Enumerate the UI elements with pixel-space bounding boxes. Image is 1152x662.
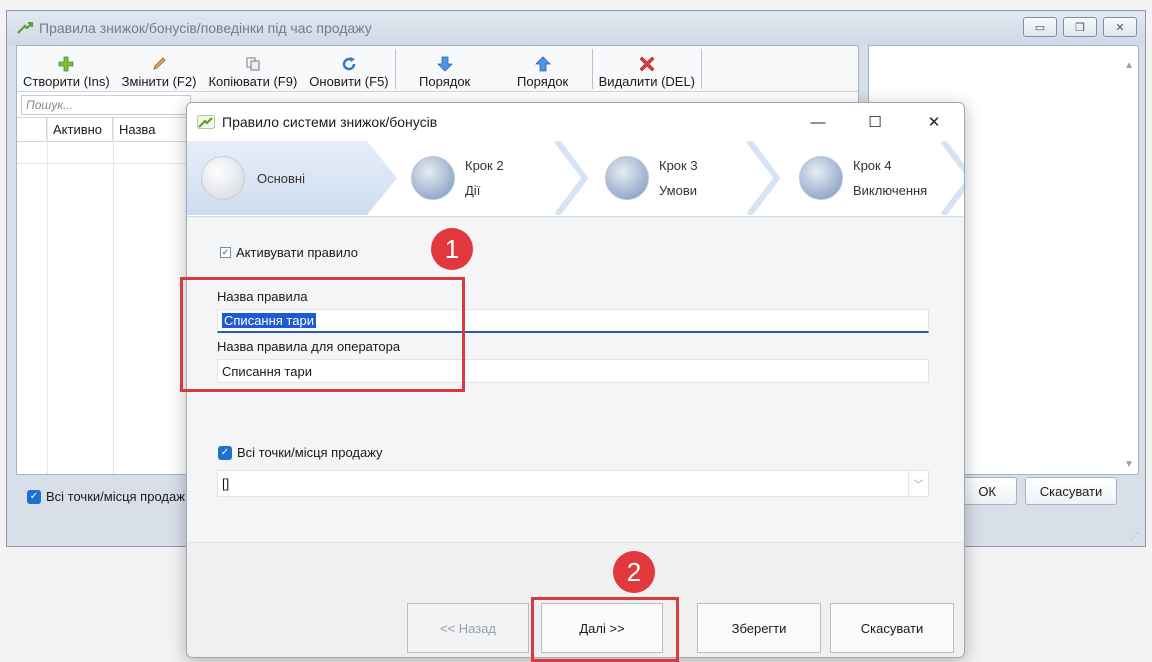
column-select[interactable] — [17, 118, 47, 141]
checkmark-icon: ✓ — [218, 445, 232, 460]
step-exclusions[interactable]: Крок 4 Виключення — [799, 141, 927, 215]
create-button-label: Створити (Ins) — [23, 74, 110, 89]
step-general[interactable]: Основні — [201, 141, 305, 215]
maximize-button[interactable]: ☐ — [852, 103, 898, 141]
annotation-badge-2: 2 — [613, 551, 655, 593]
copy-button-label: Копіювати (F9) — [208, 74, 298, 89]
grid-line — [47, 118, 48, 474]
order-up-label: Порядок — [517, 74, 569, 89]
step-conditions[interactable]: Крок 3 Умови — [605, 141, 698, 215]
scroll-up-icon[interactable]: ▲ — [1124, 60, 1134, 71]
edit-button-label: Змінити (F2) — [121, 74, 197, 89]
copy-icon — [246, 57, 260, 71]
dialog-titlebar: Правило системи знижок/бонусів — ☐ ✕ — [187, 103, 964, 141]
all-points-label: Всі точки/місця продажу — [237, 445, 383, 460]
step-label: Умови — [659, 183, 698, 198]
refresh-button-label: Оновити (F5) — [309, 74, 389, 89]
step-actions[interactable]: Крок 2 Дії — [411, 141, 504, 215]
grid-line — [113, 118, 114, 474]
delete-button[interactable]: Видалити (DEL) — [593, 46, 701, 92]
order-up-button[interactable]: Порядок — [494, 46, 592, 92]
toolbar-separator — [701, 49, 703, 89]
bg-minimize-button[interactable]: ▭ — [1023, 17, 1057, 37]
bg-all-points-checkbox[interactable]: ✓ Всі точки/місця продаж — [27, 489, 185, 504]
checkmark-icon: ✓ — [27, 489, 41, 504]
step-label: Виключення — [853, 183, 928, 198]
activate-rule-label: Активувати правило — [236, 245, 359, 260]
rule-app-icon — [197, 115, 215, 129]
delete-icon — [639, 56, 655, 72]
minimize-button[interactable]: — — [795, 103, 841, 141]
points-select-value: [] — [222, 476, 230, 491]
annotation-box-1 — [180, 277, 465, 392]
search-input[interactable]: Пошук... — [21, 94, 191, 115]
wizard-steps: Основні Крок 2 Дії Крок 3 Умови Крок 4 В… — [187, 141, 964, 217]
order-down-button[interactable]: Порядок — [396, 46, 494, 92]
step-label: Основні — [257, 170, 305, 186]
close-button[interactable]: ✕ — [911, 103, 957, 141]
refresh-icon — [342, 57, 356, 71]
resize-grip-icon[interactable]: ⋰ — [1130, 531, 1139, 542]
annotation-badge-1: 1 — [431, 228, 473, 270]
bg-cancel-button[interactable]: Скасувати — [1025, 477, 1117, 505]
step-number: Крок 3 — [659, 158, 698, 173]
delete-button-label: Видалити (DEL) — [598, 74, 696, 89]
step-circle-icon — [799, 156, 843, 200]
chevron-right-icon — [747, 141, 781, 215]
annotation-box-2 — [531, 597, 679, 662]
background-titlebar: Правила знижок/бонусів/поведінки під час… — [7, 11, 1145, 45]
order-down-label: Порядок — [419, 74, 471, 89]
pencil-icon — [153, 57, 166, 70]
chevron-right-icon — [941, 141, 964, 215]
step-circle-icon — [201, 156, 245, 200]
step-label: Дії — [465, 183, 481, 198]
refresh-button[interactable]: Оновити (F5) — [303, 46, 394, 92]
step-circle-icon — [411, 156, 455, 200]
step-number: Крок 4 — [853, 158, 892, 173]
scroll-down-icon[interactable]: ▼ — [1124, 459, 1134, 470]
create-button[interactable]: Створити (Ins) — [17, 46, 116, 92]
rule-app-icon — [17, 22, 33, 34]
plus-icon — [58, 56, 74, 72]
step-number: Крок 2 — [465, 158, 504, 173]
all-points-checkbox[interactable]: ✓ Всі точки/місця продажу — [218, 445, 383, 460]
column-name[interactable]: Назва — [113, 118, 193, 141]
step-circle-icon — [605, 156, 649, 200]
background-window-title: Правила знижок/бонусів/поведінки під час… — [39, 20, 372, 36]
edit-button[interactable]: Змінити (F2) — [116, 46, 203, 92]
chevron-down-icon[interactable]: ﹀ — [908, 471, 928, 496]
copy-button[interactable]: Копіювати (F9) — [202, 46, 303, 92]
bg-restore-button[interactable]: ❐ — [1063, 17, 1097, 37]
toolbar: Створити (Ins) Змінити (F2) Копіювати (F… — [17, 46, 858, 92]
back-button[interactable]: << Назад — [407, 603, 529, 653]
save-button[interactable]: Зберегти — [697, 603, 821, 653]
chevron-right-icon — [555, 141, 589, 215]
cancel-button[interactable]: Скасувати — [830, 603, 954, 653]
points-select[interactable]: [] ﹀ — [217, 470, 929, 497]
bg-close-button[interactable]: ✕ — [1103, 17, 1137, 37]
bg-all-points-label: Всі точки/місця продаж — [46, 489, 185, 504]
arrow-down-icon — [436, 56, 453, 72]
dialog-title: Правило системи знижок/бонусів — [222, 114, 438, 130]
column-active[interactable]: Активно — [47, 118, 113, 141]
arrow-up-icon — [534, 56, 551, 72]
activate-rule-checkbox[interactable]: ✓ Активувати правило — [220, 245, 358, 260]
checkmark-icon: ✓ — [220, 247, 231, 258]
